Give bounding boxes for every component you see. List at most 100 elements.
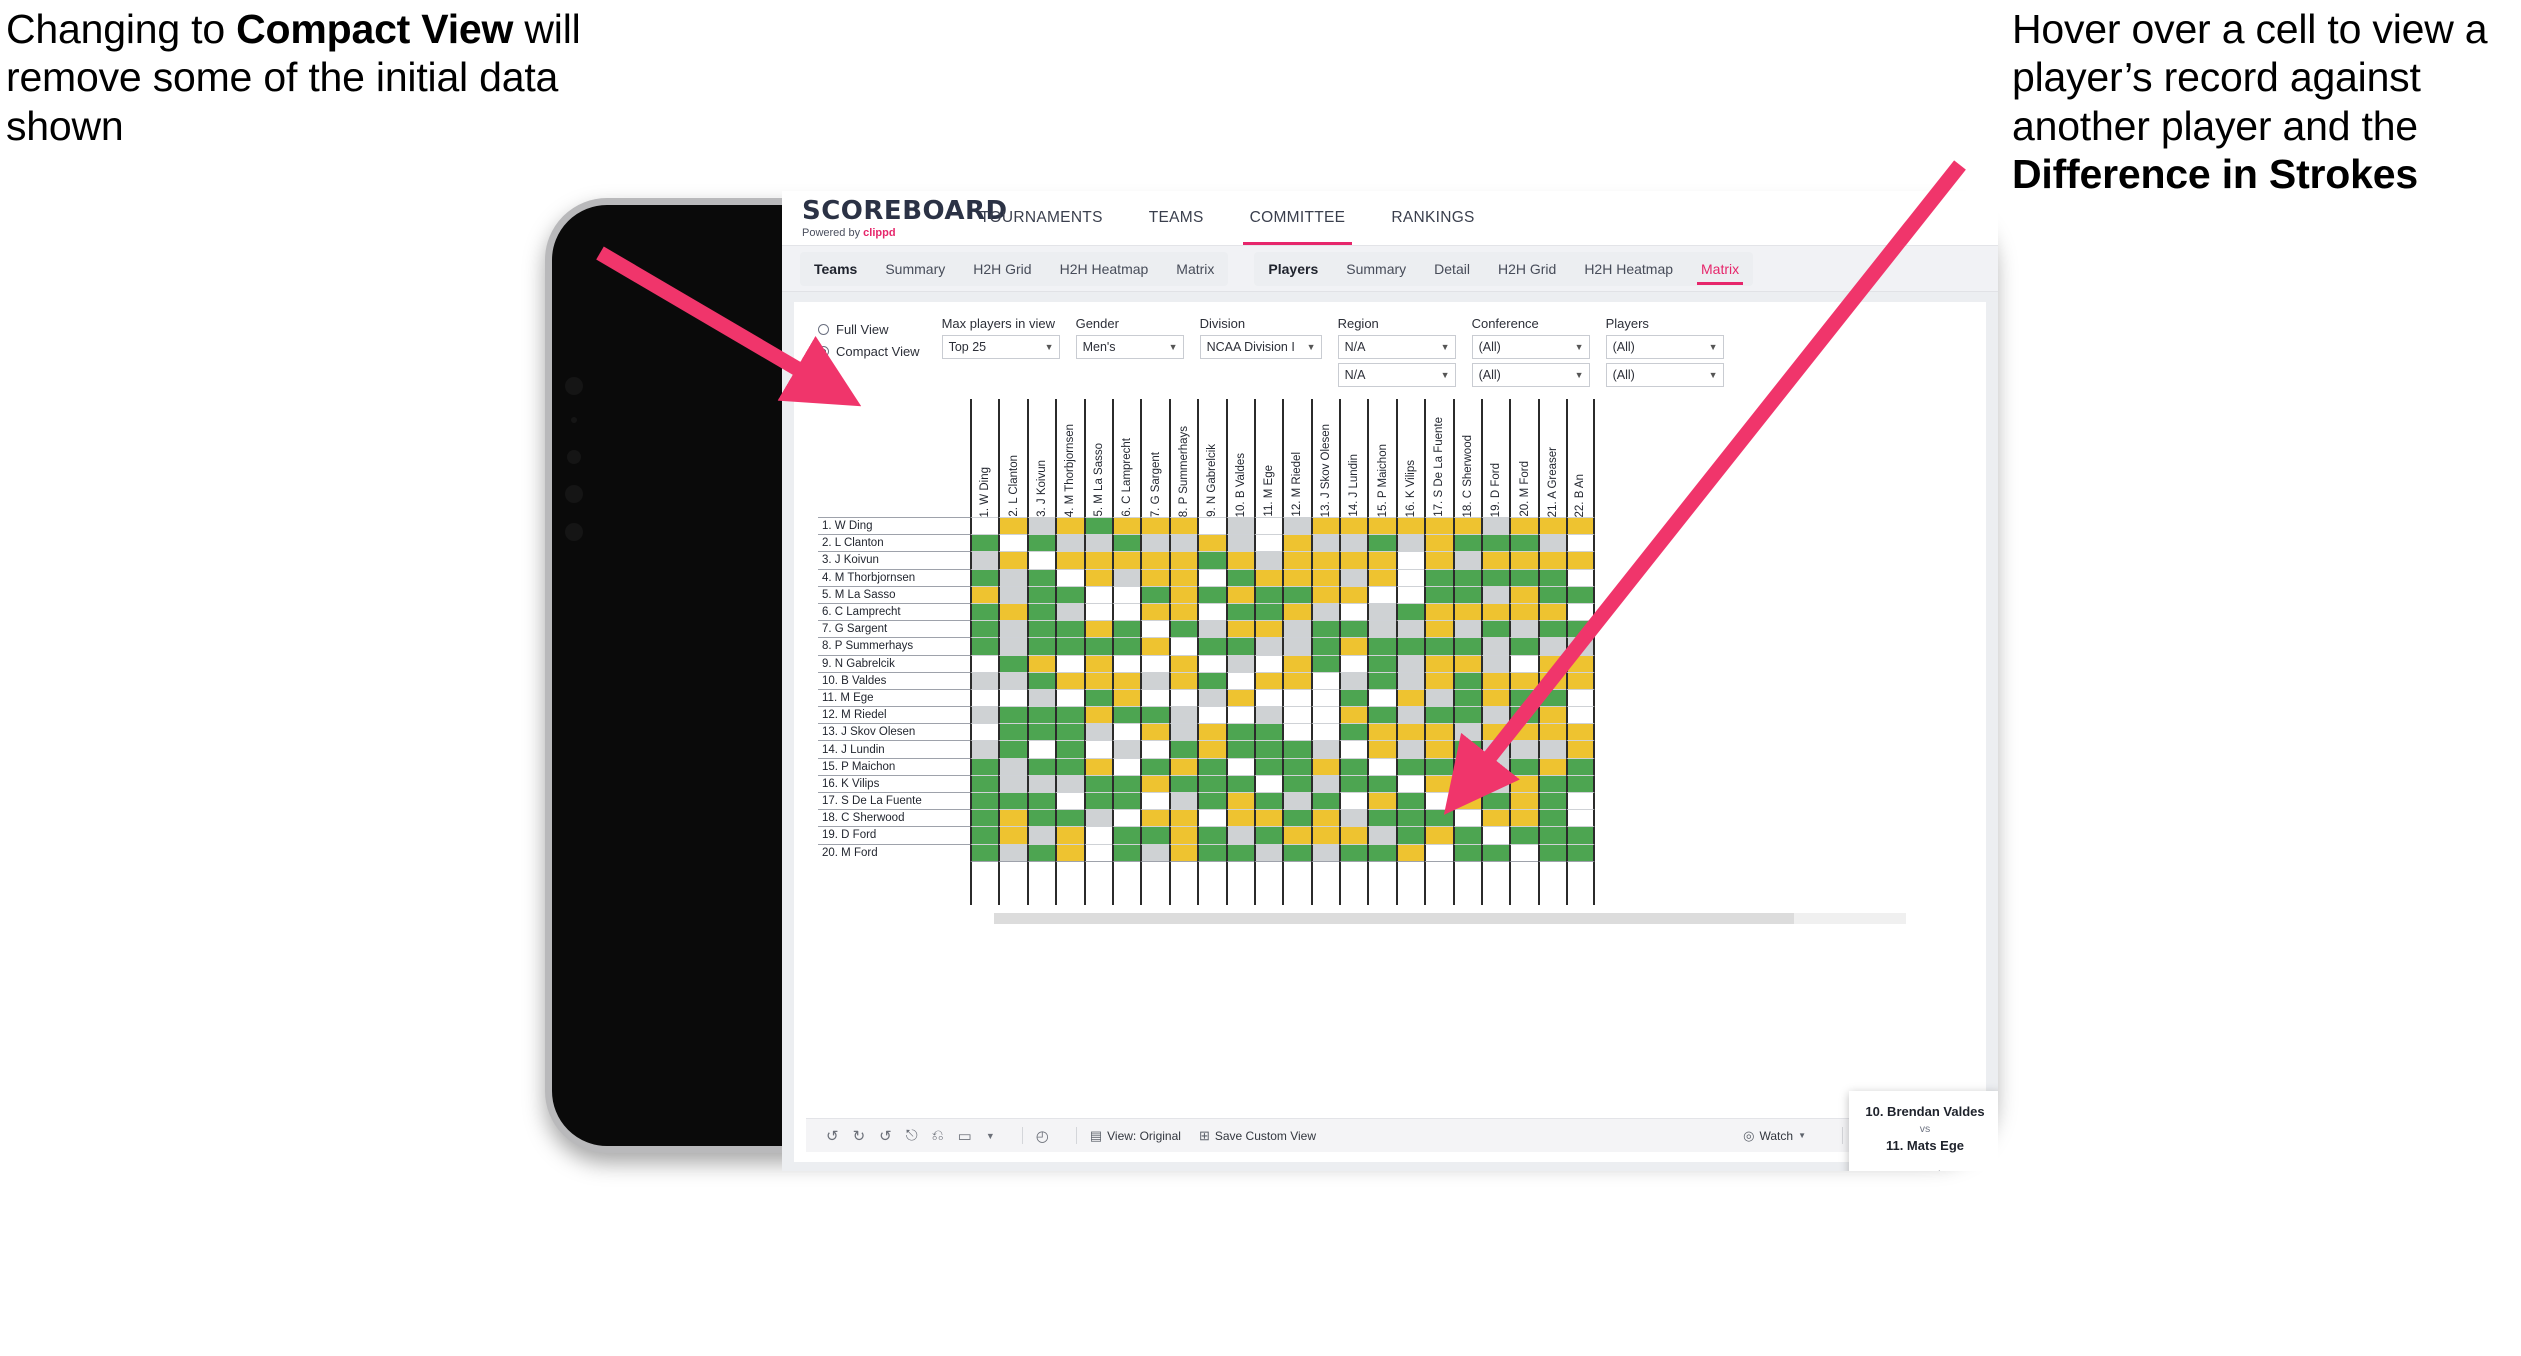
matrix-cell[interactable] bbox=[1282, 671, 1311, 689]
matrix-cell[interactable] bbox=[1111, 602, 1141, 621]
matrix-cell[interactable] bbox=[970, 706, 999, 724]
matrix-cell[interactable] bbox=[1481, 774, 1510, 792]
matrix-cell[interactable] bbox=[1367, 534, 1396, 552]
select-division[interactable]: NCAA Division I ▼ bbox=[1199, 335, 1322, 359]
matrix-cell[interactable] bbox=[1310, 723, 1340, 741]
matrix-cell[interactable] bbox=[1282, 568, 1311, 586]
tab-players-detail[interactable]: Detail bbox=[1420, 252, 1484, 286]
matrix-cell[interactable] bbox=[1310, 740, 1340, 758]
undo-icon[interactable]: ↺ bbox=[826, 1127, 839, 1145]
matrix-cell[interactable] bbox=[1055, 654, 1084, 672]
select-conference-1[interactable]: (All) ▼ bbox=[1471, 335, 1590, 359]
matrix-cell[interactable] bbox=[1055, 809, 1084, 827]
matrix-cell[interactable] bbox=[970, 809, 999, 827]
matrix-cell[interactable] bbox=[1026, 654, 1056, 672]
matrix-cell[interactable] bbox=[1424, 568, 1453, 586]
matrix-cell[interactable] bbox=[1367, 517, 1396, 535]
matrix-cell[interactable] bbox=[1481, 568, 1510, 586]
select-gender[interactable]: Men's ▼ bbox=[1075, 335, 1184, 359]
matrix-cell[interactable] bbox=[1395, 757, 1425, 775]
matrix-cell[interactable] bbox=[1282, 774, 1311, 792]
matrix-cell[interactable] bbox=[1566, 654, 1595, 672]
matrix-cell[interactable] bbox=[1253, 757, 1283, 775]
matrix-cell[interactable] bbox=[1140, 551, 1169, 569]
matrix-cell[interactable] bbox=[1083, 585, 1112, 603]
tab-players-h2h-heatmap[interactable]: H2H Heatmap bbox=[1570, 252, 1687, 286]
matrix-cell[interactable] bbox=[1566, 534, 1595, 552]
matrix-cell[interactable] bbox=[1026, 757, 1056, 775]
matrix-cell[interactable] bbox=[1566, 671, 1595, 689]
matrix-cell[interactable] bbox=[1509, 740, 1538, 758]
radio-compact-view[interactable]: Compact View bbox=[818, 340, 920, 362]
matrix-cell[interactable] bbox=[1168, 534, 1198, 552]
matrix-cell[interactable] bbox=[1168, 637, 1198, 655]
matrix-cell[interactable] bbox=[1253, 826, 1283, 844]
matrix-cell[interactable] bbox=[1140, 654, 1169, 672]
tab-players[interactable]: Players bbox=[1254, 252, 1332, 286]
matrix-cell[interactable] bbox=[1140, 568, 1169, 586]
matrix-cell[interactable] bbox=[1424, 602, 1453, 621]
matrix-cell[interactable] bbox=[1367, 792, 1396, 810]
matrix-cell[interactable] bbox=[1310, 637, 1340, 655]
matrix-cell[interactable] bbox=[1395, 723, 1425, 741]
matrix-cell[interactable] bbox=[998, 568, 1027, 586]
matrix-cell[interactable] bbox=[1367, 671, 1396, 689]
matrix-cell[interactable] bbox=[1225, 774, 1254, 792]
matrix-cell[interactable] bbox=[1168, 585, 1198, 603]
nav-teams[interactable]: TEAMS bbox=[1126, 191, 1227, 245]
matrix-cell[interactable] bbox=[1509, 534, 1538, 552]
matrix-cell[interactable] bbox=[1225, 843, 1254, 861]
matrix-cell[interactable] bbox=[1055, 792, 1084, 810]
matrix-cell[interactable] bbox=[1424, 585, 1453, 603]
matrix-cell[interactable] bbox=[1055, 774, 1084, 792]
matrix-cell[interactable] bbox=[1282, 757, 1311, 775]
matrix-cell[interactable] bbox=[1253, 534, 1283, 552]
matrix-cell[interactable] bbox=[1537, 671, 1567, 689]
matrix-cell[interactable] bbox=[1310, 517, 1340, 535]
tab-teams-h2h-heatmap[interactable]: H2H Heatmap bbox=[1046, 252, 1163, 286]
matrix-cell[interactable] bbox=[1197, 534, 1226, 552]
matrix-cell[interactable] bbox=[1509, 568, 1538, 586]
matrix-cell[interactable] bbox=[1367, 843, 1396, 861]
matrix-cell[interactable] bbox=[1140, 774, 1169, 792]
matrix-cell[interactable] bbox=[1197, 517, 1226, 535]
matrix-cell[interactable] bbox=[1197, 826, 1226, 844]
matrix-cell[interactable] bbox=[970, 792, 999, 810]
matrix-cell[interactable] bbox=[1566, 843, 1595, 861]
matrix-cell[interactable] bbox=[1282, 723, 1311, 741]
matrix-cell[interactable] bbox=[1111, 706, 1141, 724]
matrix-cell[interactable] bbox=[1481, 826, 1510, 844]
matrix-cell[interactable] bbox=[1367, 757, 1396, 775]
matrix-cell[interactable] bbox=[1339, 534, 1368, 552]
matrix-cell[interactable] bbox=[1509, 688, 1538, 707]
matrix-cell[interactable] bbox=[1111, 517, 1141, 535]
matrix-cell[interactable] bbox=[1055, 740, 1084, 758]
matrix-cell[interactable] bbox=[1197, 774, 1226, 792]
matrix-cell[interactable] bbox=[1509, 602, 1538, 621]
matrix-cell[interactable] bbox=[1282, 740, 1311, 758]
matrix-cell[interactable] bbox=[1395, 792, 1425, 810]
help-icon[interactable]: ◴ bbox=[1036, 1127, 1049, 1145]
matrix-cell[interactable] bbox=[1424, 654, 1453, 672]
matrix-cell[interactable] bbox=[1168, 671, 1198, 689]
matrix-cell[interactable] bbox=[1395, 706, 1425, 724]
matrix-cell[interactable] bbox=[998, 774, 1027, 792]
matrix-cell[interactable] bbox=[1395, 637, 1425, 655]
matrix-cell[interactable] bbox=[1282, 654, 1311, 672]
matrix-cell[interactable] bbox=[1339, 809, 1368, 827]
matrix-cell[interactable] bbox=[1424, 792, 1453, 810]
matrix-cell[interactable] bbox=[1537, 706, 1567, 724]
matrix-cell[interactable] bbox=[1537, 792, 1567, 810]
matrix-cell[interactable] bbox=[1452, 757, 1482, 775]
matrix-cell[interactable] bbox=[1083, 740, 1112, 758]
matrix-cell[interactable] bbox=[970, 826, 999, 844]
matrix-cell[interactable] bbox=[970, 843, 999, 861]
matrix-cell[interactable] bbox=[1197, 843, 1226, 861]
matrix-cell[interactable] bbox=[1111, 688, 1141, 707]
matrix-cell[interactable] bbox=[998, 551, 1027, 569]
matrix-cell[interactable] bbox=[998, 826, 1027, 844]
matrix-cell[interactable] bbox=[1424, 723, 1453, 741]
matrix-cell[interactable] bbox=[970, 602, 999, 621]
matrix-cell[interactable] bbox=[1026, 843, 1056, 861]
matrix-cell[interactable] bbox=[1452, 826, 1482, 844]
